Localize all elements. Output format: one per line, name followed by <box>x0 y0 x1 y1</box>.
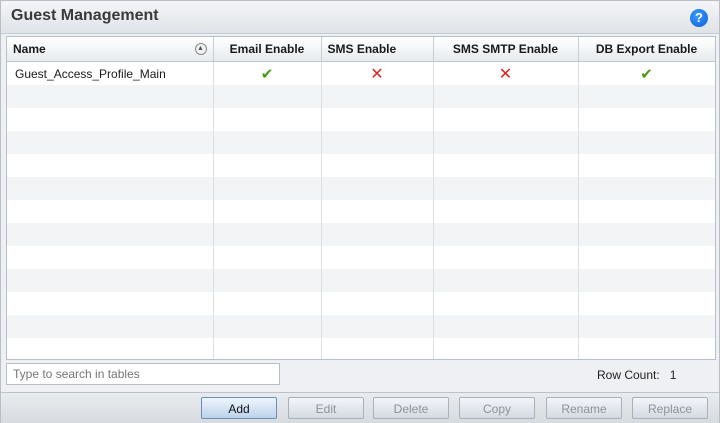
copy-button[interactable]: Copy <box>459 397 535 419</box>
sort-ascending-icon[interactable]: ▲ <box>194 43 207 55</box>
cross-icon: ✕ <box>498 65 513 83</box>
check-icon: ✔ <box>640 65 653 83</box>
empty-row <box>7 223 715 246</box>
column-header-db-export-enable[interactable]: DB Export Enable <box>578 37 715 62</box>
table-header-row: Name ▲ Email Enable SMS Enable SMS SMTP … <box>7 37 715 62</box>
empty-row <box>7 292 715 315</box>
empty-row <box>7 269 715 292</box>
empty-row <box>7 131 715 154</box>
column-header-sms-smtp-enable[interactable]: SMS SMTP Enable <box>433 37 579 62</box>
row-count-label: Row Count: <box>597 368 660 382</box>
column-header-email-enable[interactable]: Email Enable <box>213 37 322 62</box>
column-header-label: Name <box>13 42 46 56</box>
cross-icon: ✕ <box>370 65 384 83</box>
column-header-name[interactable]: Name ▲ <box>7 37 214 62</box>
empty-row <box>7 177 715 200</box>
empty-row <box>7 315 715 338</box>
edit-button[interactable]: Edit <box>288 397 364 419</box>
delete-button[interactable]: Delete <box>373 397 449 419</box>
empty-row <box>7 200 715 223</box>
column-header-sms-enable[interactable]: SMS Enable <box>321 37 434 62</box>
guest-table-container: Name ▲ Email Enable SMS Enable SMS SMTP … <box>6 36 716 360</box>
replace-button[interactable]: Replace <box>632 397 708 419</box>
cell-name: Guest_Access_Profile_Main <box>7 61 214 85</box>
rename-button[interactable]: Rename <box>546 397 622 419</box>
action-button-bar: Add Edit Delete Copy Rename Replace <box>1 392 719 423</box>
row-count-value: 1 <box>669 368 677 382</box>
row-count: Row Count: 1 <box>597 368 676 382</box>
page-title: Guest Management <box>11 7 159 24</box>
empty-row <box>7 85 715 108</box>
search-input[interactable] <box>6 363 280 385</box>
empty-row <box>7 154 715 177</box>
guest-table: Name ▲ Email Enable SMS Enable SMS SMTP … <box>7 37 715 359</box>
add-button[interactable]: Add <box>201 397 277 419</box>
help-icon[interactable]: ? <box>690 9 708 27</box>
check-icon: ✔ <box>260 65 274 83</box>
empty-row <box>7 338 715 359</box>
empty-row <box>7 108 715 131</box>
table-row[interactable]: Guest_Access_Profile_Main ✔ ✕ ✕ ✔ <box>7 61 715 85</box>
guest-management-panel: Guest Management ? Name ▲ Email Enable S… <box>0 0 720 423</box>
empty-row <box>7 246 715 269</box>
panel-titlebar: Guest Management ? <box>1 1 719 34</box>
